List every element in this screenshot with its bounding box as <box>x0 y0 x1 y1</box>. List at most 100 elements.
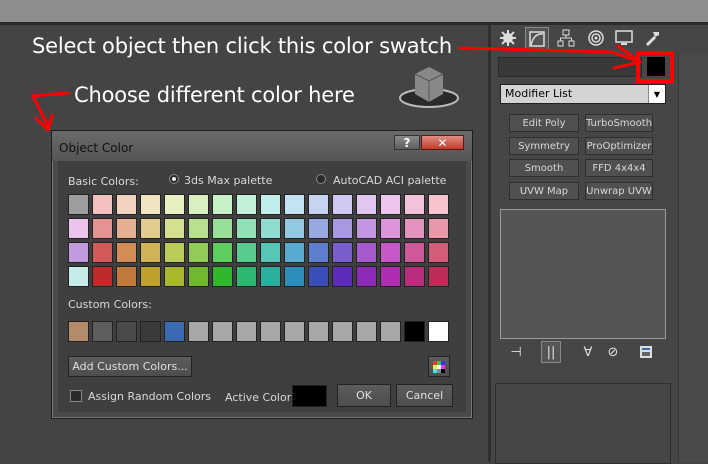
basic-color-swatch[interactable] <box>284 242 305 263</box>
basic-color-swatch[interactable] <box>332 218 353 239</box>
basic-color-swatch[interactable] <box>284 218 305 239</box>
object-name-field[interactable] <box>498 57 642 77</box>
custom-color-swatch[interactable] <box>92 321 113 342</box>
basic-color-swatch[interactable] <box>404 218 425 239</box>
basic-color-swatch[interactable] <box>236 218 257 239</box>
basic-color-swatch[interactable] <box>260 194 281 215</box>
basic-color-swatch[interactable] <box>116 194 137 215</box>
hierarchy-tab-icon[interactable] <box>555 27 577 49</box>
ok-button[interactable]: OK <box>337 384 391 407</box>
basic-color-swatch[interactable] <box>428 194 449 215</box>
basic-color-swatch[interactable] <box>116 218 137 239</box>
basic-color-swatch[interactable] <box>260 218 281 239</box>
basic-color-swatch[interactable] <box>284 194 305 215</box>
basic-color-swatch[interactable] <box>188 194 209 215</box>
remove-modifier-icon[interactable]: ⊘ <box>604 344 622 360</box>
basic-color-swatch[interactable] <box>236 266 257 287</box>
basic-color-swatch[interactable] <box>332 266 353 287</box>
modifier-button-turbosmooth[interactable]: TurboSmooth <box>585 114 653 132</box>
basic-color-swatch[interactable] <box>164 266 185 287</box>
radio-3ds-max-palette[interactable] <box>169 174 179 184</box>
basic-color-swatch[interactable] <box>356 218 377 239</box>
basic-color-swatch[interactable] <box>260 242 281 263</box>
custom-color-swatch[interactable] <box>284 321 305 342</box>
basic-color-swatch[interactable] <box>308 194 329 215</box>
add-custom-colors-button[interactable]: Add Custom Colors... <box>68 356 192 377</box>
custom-color-swatch[interactable] <box>140 321 161 342</box>
color-picker-button[interactable] <box>428 356 450 377</box>
basic-color-swatch[interactable] <box>332 194 353 215</box>
custom-color-swatch[interactable] <box>260 321 281 342</box>
assign-random-colors-label[interactable]: Assign Random Colors <box>88 390 211 403</box>
cancel-button[interactable]: Cancel <box>396 384 453 407</box>
basic-color-swatch[interactable] <box>380 266 401 287</box>
modifier-list-dropdown[interactable]: Modifier List ▼ <box>500 84 666 104</box>
command-panel-scrollbar[interactable] <box>678 54 708 462</box>
modify-tab-icon[interactable] <box>525 27 549 51</box>
viewcube-icon[interactable] <box>398 62 460 112</box>
basic-color-swatch[interactable] <box>236 194 257 215</box>
basic-color-swatch[interactable] <box>92 218 113 239</box>
basic-color-swatch[interactable] <box>380 242 401 263</box>
basic-color-swatch[interactable] <box>140 194 161 215</box>
basic-color-swatch[interactable] <box>380 218 401 239</box>
modifier-button-uvw-map[interactable]: UVW Map <box>509 182 579 200</box>
configure-modifier-sets-icon[interactable] <box>637 344 655 360</box>
basic-color-swatch[interactable] <box>236 242 257 263</box>
basic-color-swatch[interactable] <box>308 242 329 263</box>
basic-color-swatch[interactable] <box>92 242 113 263</box>
show-end-result-icon[interactable]: || <box>541 341 561 363</box>
help-button[interactable]: ? <box>394 135 420 150</box>
active-color-swatch[interactable] <box>292 385 327 407</box>
custom-color-swatch[interactable] <box>236 321 257 342</box>
basic-color-swatch[interactable] <box>212 194 233 215</box>
create-tab-icon[interactable] <box>497 27 519 49</box>
modifier-button-prooptimizer[interactable]: ProOptimizer <box>585 137 653 155</box>
custom-color-swatch[interactable] <box>356 321 377 342</box>
basic-color-swatch[interactable] <box>164 194 185 215</box>
basic-color-swatch[interactable] <box>308 266 329 287</box>
basic-color-swatch[interactable] <box>140 242 161 263</box>
make-unique-icon[interactable]: ∀ <box>579 344 597 360</box>
basic-color-swatch[interactable] <box>260 266 281 287</box>
basic-color-swatch[interactable] <box>68 266 89 287</box>
motion-tab-icon[interactable] <box>585 27 607 49</box>
close-button[interactable]: ✕ <box>421 135 464 150</box>
basic-color-swatch[interactable] <box>164 218 185 239</box>
basic-color-swatch[interactable] <box>404 242 425 263</box>
basic-color-swatch[interactable] <box>116 266 137 287</box>
basic-color-swatch[interactable] <box>404 266 425 287</box>
basic-color-swatch[interactable] <box>284 266 305 287</box>
modifier-stack-list[interactable] <box>500 209 666 339</box>
modifier-button-smooth[interactable]: Smooth <box>509 159 579 177</box>
custom-color-swatch[interactable] <box>116 321 137 342</box>
radio-autocad-aci-palette[interactable] <box>316 174 326 184</box>
basic-color-swatch[interactable] <box>332 242 353 263</box>
basic-color-swatch[interactable] <box>428 242 449 263</box>
custom-color-swatch[interactable] <box>380 321 401 342</box>
custom-color-swatch[interactable] <box>332 321 353 342</box>
basic-color-swatch[interactable] <box>92 194 113 215</box>
modifier-button-symmetry[interactable]: Symmetry <box>509 137 579 155</box>
basic-color-swatch[interactable] <box>188 218 209 239</box>
basic-color-swatch[interactable] <box>356 194 377 215</box>
basic-color-swatch[interactable] <box>356 266 377 287</box>
custom-color-swatch[interactable] <box>428 321 449 342</box>
radio-autocad-aci-palette-label[interactable]: AutoCAD ACI palette <box>333 174 446 187</box>
custom-color-swatch[interactable] <box>164 321 185 342</box>
custom-color-swatch[interactable] <box>212 321 233 342</box>
basic-color-swatch[interactable] <box>428 266 449 287</box>
radio-3ds-max-palette-label[interactable]: 3ds Max palette <box>184 174 272 187</box>
modifier-button-unwrap-uvw[interactable]: Unwrap UVW <box>585 182 653 200</box>
basic-color-swatch[interactable] <box>212 266 233 287</box>
modifier-button-ffd[interactable]: FFD 4x4x4 <box>585 159 653 177</box>
custom-color-swatch[interactable] <box>188 321 209 342</box>
assign-random-colors-checkbox[interactable] <box>70 390 82 402</box>
basic-color-swatch[interactable] <box>356 242 377 263</box>
basic-color-swatch[interactable] <box>212 242 233 263</box>
basic-color-swatch[interactable] <box>68 194 89 215</box>
basic-color-swatch[interactable] <box>68 218 89 239</box>
basic-color-swatch[interactable] <box>188 242 209 263</box>
basic-color-swatch[interactable] <box>116 242 137 263</box>
basic-color-swatch[interactable] <box>68 242 89 263</box>
